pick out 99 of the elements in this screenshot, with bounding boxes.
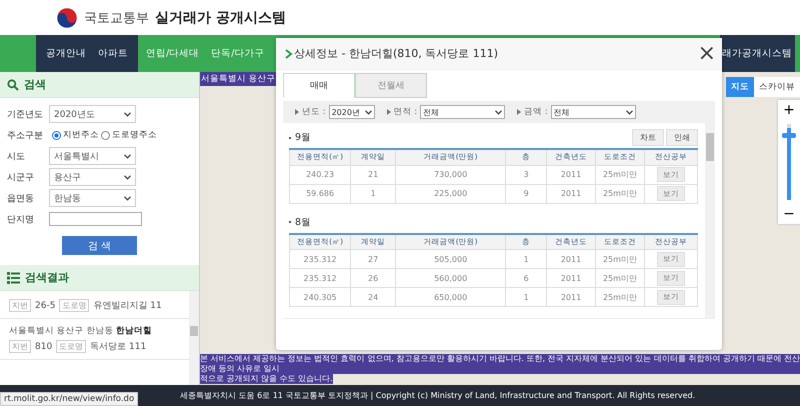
road-address: 유엔빌리지길 11	[93, 300, 162, 312]
field-label: 읍면동	[7, 192, 35, 204]
dropdown[interactable]: 서울특별시	[49, 147, 136, 165]
table-cell: 25m미만	[595, 250, 644, 268]
table-cell: 2011	[546, 184, 596, 203]
table-cell: 2011	[546, 250, 596, 268]
table-cell: 3	[506, 165, 547, 184]
filter-label: 년도 :	[302, 106, 326, 118]
field-label: 시군구	[7, 172, 35, 184]
table-cell: 26	[350, 268, 396, 288]
scrollbar[interactable]	[189, 291, 199, 385]
radio-button[interactable]	[52, 130, 61, 140]
chevron-icon	[285, 48, 293, 58]
zoom-out-button[interactable]: −	[778, 204, 800, 224]
table-cell: 235.312	[290, 268, 351, 288]
table-cell: 21	[350, 165, 396, 184]
dropdown[interactable]: 전체	[420, 105, 506, 119]
status-url: rt.molit.go.kr/new/view/info.do	[0, 392, 138, 406]
table-cell: 25m미만	[595, 165, 644, 184]
table-cell: 2011	[546, 288, 596, 306]
table-cell: 25m미만	[595, 184, 644, 203]
table-cell: 25m미만	[595, 288, 644, 306]
ministry-name: 국토교통부	[84, 10, 149, 26]
table-cell: 1	[506, 250, 547, 268]
text-input-field[interactable]	[49, 212, 142, 226]
caret-icon	[364, 110, 372, 114]
ministry-logo-icon	[56, 6, 78, 28]
tab[interactable]: 매매	[283, 73, 355, 98]
scrollbar[interactable]	[705, 123, 715, 318]
chart-print-button[interactable]: 인쇄	[666, 129, 698, 146]
radio-button[interactable]	[101, 130, 110, 140]
dropdown[interactable]: 전체	[550, 105, 636, 119]
panel-title: 검색	[24, 77, 46, 92]
month-heading: 8월	[295, 216, 312, 228]
disclaimer-text: 적으로 공개되지 않을 수도 있습니다.	[200, 374, 333, 384]
table-cell: 24	[350, 288, 396, 306]
address-tag: 지번	[9, 299, 31, 312]
caret-icon	[124, 174, 131, 180]
table-cell: 2011	[546, 165, 596, 184]
dropdown[interactable]: 한남동	[49, 189, 136, 207]
table-cell: 560,000	[396, 268, 506, 288]
lot-number: 26-5	[35, 300, 56, 310]
nav-menu-item[interactable]: 공개안내	[36, 35, 92, 72]
close-button[interactable]: ×	[692, 42, 722, 66]
triangle-icon	[295, 109, 299, 115]
field-label: 기준년도	[7, 108, 44, 120]
map-type-button[interactable]: 지도	[726, 77, 754, 97]
triangle-icon	[517, 109, 522, 115]
table-cell: 9	[506, 184, 547, 203]
nav-system-title: 래가공개시스템	[720, 35, 795, 72]
search-icon	[7, 78, 19, 90]
dialog-title: 상세정보 - 한남더힐(810, 독서당로 111)	[294, 46, 500, 61]
caret-icon	[495, 110, 502, 114]
address-tag: 도로명	[59, 299, 90, 312]
address-tag: 지번	[9, 340, 31, 353]
filter-label: 면적 :	[394, 106, 418, 118]
disclaimer-text: 본 서비스에서 제공하는 정보는 법적인 효력이 없으며, 참고용으로만 활용하시기 바랍니다. 또한, 전국 지자체에 분산되어 있는 데이터를 취합하여 공개하기 때문에 전산장애 등의 사유로 일시	[200, 354, 800, 374]
zoom-in-button[interactable]: +	[778, 100, 800, 120]
caret-icon	[124, 112, 131, 116]
dropdown[interactable]: 용산구	[49, 168, 136, 186]
table-cell: 6	[506, 268, 547, 288]
caret-icon	[124, 154, 131, 158]
address-tag: 도로명	[56, 340, 86, 353]
lot-number: 810	[35, 342, 52, 352]
chart-print-button[interactable]: 차트	[632, 129, 664, 146]
table-cell: 240.305	[290, 288, 351, 306]
search-button[interactable]: 검 색	[62, 236, 137, 255]
caret-icon	[124, 196, 131, 200]
radio-label: 지번주소	[63, 129, 99, 141]
field-label: 주소구분	[7, 130, 44, 142]
table-cell: 27	[350, 250, 396, 268]
footer-text: 세종특별자치시 도움 6로 11 국토교통부 토지정책과 | Copyright (c) Ministry of Land, Infrastructure and Transport. All Rights reserved.	[180, 390, 696, 401]
list-icon	[7, 272, 20, 284]
table-cell: 240.23	[290, 165, 351, 184]
filter-label: 금액 :	[524, 106, 548, 118]
location-banner: 서울특별시 용산구	[200, 72, 277, 86]
table-cell: 730,000	[396, 165, 506, 184]
triangle-icon	[386, 109, 391, 115]
nav-menu-item[interactable]: 아파트	[92, 35, 138, 72]
table-cell: 2011	[546, 268, 596, 288]
table-cell: 235.312	[290, 250, 351, 268]
system-title: 실거래가 공개시스템	[155, 8, 286, 26]
field-label: 단지명	[7, 214, 35, 226]
table-cell: 225,000	[396, 184, 506, 203]
dropdown[interactable]: 2020년도	[49, 105, 136, 123]
road-address: 독서당로 111	[90, 341, 146, 353]
caret-icon	[626, 110, 633, 114]
radio-label: 도로명주소	[112, 129, 157, 141]
month-heading: 9월	[295, 131, 312, 144]
table-cell: 650,000	[396, 288, 506, 306]
table-cell: 1	[506, 288, 547, 306]
table-cell: 1	[350, 184, 396, 203]
dropdown[interactable]: 2020년	[328, 105, 375, 119]
panel-title: 검색결과	[25, 270, 69, 285]
table-cell: 25m미만	[595, 268, 644, 288]
result-address[interactable]: 서울특별시 용산구 한남동 한남더힐	[9, 325, 180, 337]
table-cell: 59.686	[290, 184, 351, 203]
table-cell: 505,000	[396, 250, 506, 268]
field-label: 시도	[7, 150, 26, 162]
